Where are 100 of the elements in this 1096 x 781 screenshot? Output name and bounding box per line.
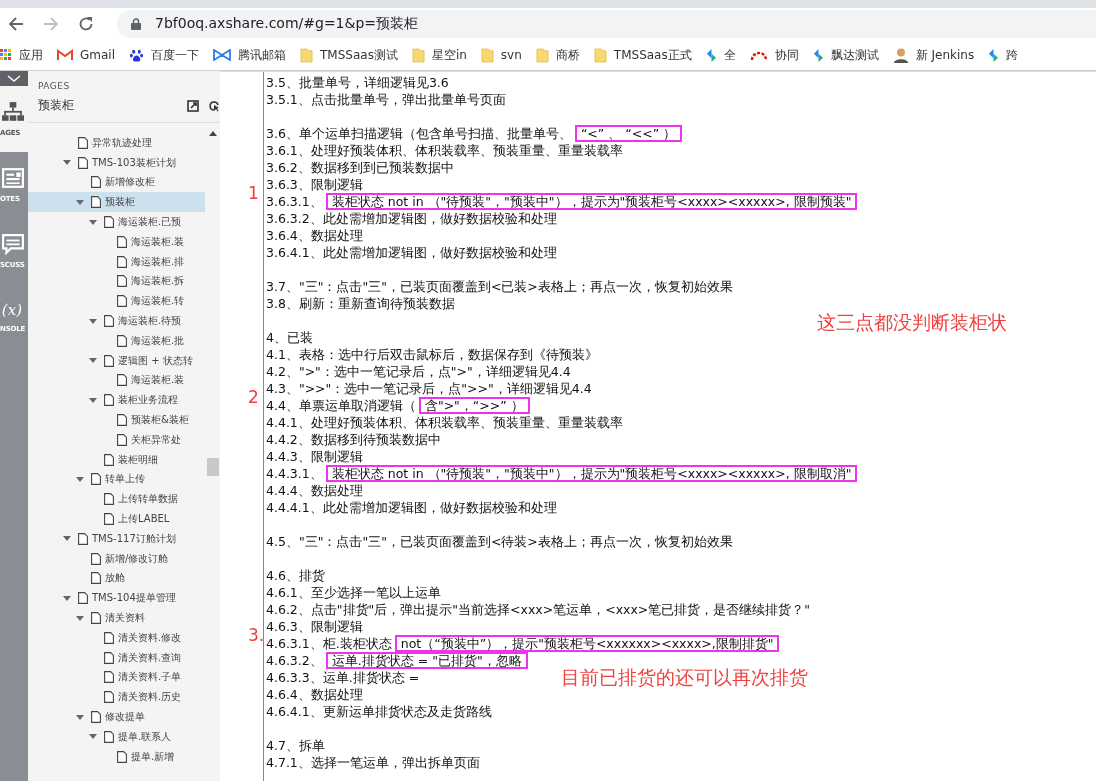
page-item[interactable]: 装柜明细 xyxy=(28,449,205,470)
bookmark-item[interactable]: 星空in xyxy=(411,46,467,64)
page-item[interactable]: 逻辑图 + 状态转 xyxy=(28,350,205,371)
bookmark-item[interactable]: 跨 xyxy=(988,46,1019,64)
caret-icon[interactable] xyxy=(89,734,97,740)
page-icon xyxy=(91,196,101,209)
caret-icon[interactable] xyxy=(76,476,84,482)
bookmark-item[interactable]: TMSSaas测试 xyxy=(300,46,398,64)
bookmark-item[interactable]: 新 Jenkins xyxy=(892,46,975,64)
line-text: 4.6.1、至少选择一笔以上运单 xyxy=(266,585,441,600)
diamond-icon xyxy=(988,47,1000,63)
folder-icon xyxy=(480,47,494,63)
page-item[interactable]: 上传LABEL xyxy=(28,509,205,529)
page-item[interactable]: 上传转单数据 xyxy=(28,489,205,510)
page-item[interactable]: TMS-103装柜计划 xyxy=(28,152,205,173)
page-item[interactable]: 转单上传 xyxy=(28,469,205,490)
line-text: 3.6.3.2、此处需增加逻辑图，做好数据校验和处理 xyxy=(266,211,557,226)
page-icon xyxy=(117,235,127,248)
bookmark-item[interactable]: 应用 xyxy=(0,46,43,64)
bookmark-item[interactable]: 飘达测试 xyxy=(812,46,879,64)
caret-icon[interactable] xyxy=(89,219,97,225)
page-item[interactable]: 海运装柜.排 xyxy=(28,251,205,272)
page-item[interactable]: 修改提单 xyxy=(28,707,205,727)
line-text: 3.6.1、处理好预装体积、体积装载率、预装重量、重量装载率 xyxy=(266,143,623,158)
caret-icon[interactable] xyxy=(76,615,84,621)
page-icon xyxy=(117,334,127,347)
page-item[interactable]: 放舱 xyxy=(28,568,205,589)
caret-icon[interactable] xyxy=(63,595,71,601)
caret-icon[interactable] xyxy=(76,714,84,720)
highlighted-text: 装柜状态 not in （"待预装"，"预装中"），提示为"预装柜号<xxxx><xxxxx>, 限制预装" xyxy=(325,193,858,210)
page-item[interactable]: 海运装柜.已预 xyxy=(28,212,205,232)
page-icon xyxy=(117,295,127,308)
page-item[interactable]: 海运装柜.装 xyxy=(28,232,205,252)
scrollbar-thumb[interactable] xyxy=(206,458,219,476)
page-item[interactable]: 预装柜 xyxy=(28,192,205,213)
line-text: 4.4.4、数据处理 xyxy=(266,483,363,498)
bookmark-item[interactable]: svn xyxy=(480,47,522,63)
page-icon xyxy=(117,433,127,446)
locate-icon[interactable] xyxy=(208,99,220,112)
page-item[interactable]: 海运装柜.待预 xyxy=(28,311,205,331)
mail-icon xyxy=(57,49,73,61)
page-icon xyxy=(91,552,101,565)
bookmark-item[interactable]: Gmail xyxy=(57,48,115,62)
line-text: 4.4、单票运单取消逻辑（ xyxy=(266,398,416,413)
caret-icon[interactable] xyxy=(89,397,97,403)
line-text: 3.5.1、点击批量单号，弹出批量单号页面 xyxy=(266,92,506,107)
paw-icon xyxy=(129,47,144,63)
caret-icon[interactable] xyxy=(89,318,97,324)
back-icon[interactable] xyxy=(8,16,24,32)
address-bar[interactable]: 7bf0oq.axshare.com/#g=1&p=预装柜 xyxy=(117,10,1096,38)
page-icon xyxy=(91,473,101,486)
page-icon xyxy=(78,532,88,545)
highlighted-text: “<” 、 “<<” ） xyxy=(574,125,683,142)
scroll-up-icon[interactable] xyxy=(208,131,217,136)
caret-icon[interactable] xyxy=(89,358,97,364)
line-text: 4.2、">"：选中一笔记录后，点">"，详细逻辑见4.4 xyxy=(266,364,571,379)
line-text: 4.6.4.1、更新运单排货状态及走货路线 xyxy=(266,704,492,719)
page-item[interactable]: 异常轨迹处理 xyxy=(28,133,205,153)
page-item[interactable]: 装柜业务流程 xyxy=(28,390,205,411)
lock-icon xyxy=(131,18,141,30)
page-item[interactable]: 关柜异常处 xyxy=(28,429,205,450)
page-item[interactable]: 新增/修改订舱 xyxy=(28,548,205,569)
page-item[interactable]: 清关资料.历史 xyxy=(28,687,205,708)
caret-icon[interactable] xyxy=(63,160,71,166)
page-item[interactable]: TMS-104提单管理 xyxy=(28,588,205,609)
line-text: 4.1、表格：选中行后双击鼠标后，数据保存到《待预装》 xyxy=(266,347,598,362)
page-item[interactable]: 清关资料.子单 xyxy=(28,667,205,688)
line-text: 4.7.1、选择一笔运单，弹出拆单页面 xyxy=(266,755,480,770)
bookmark-item[interactable]: TMSSaas正式 xyxy=(593,46,692,64)
bookmark-item[interactable]: 腾讯邮箱 xyxy=(213,46,286,64)
bookmark-item[interactable]: 协同 xyxy=(749,46,799,64)
bookmark-item[interactable]: 百度一下 xyxy=(129,46,199,64)
bookmark-item[interactable]: 商桥 xyxy=(535,46,580,64)
page-icon xyxy=(91,176,101,189)
chevron-down-icon[interactable] xyxy=(0,71,28,86)
page-icon xyxy=(91,612,101,624)
folder-icon xyxy=(411,47,425,63)
page-item[interactable]: 海运装柜.拆 xyxy=(28,271,205,292)
reload-icon[interactable] xyxy=(78,16,94,32)
line-text: 4.6.3、限制逻辑 xyxy=(266,619,363,634)
page-item[interactable]: 清关资料 xyxy=(28,608,205,628)
page-item[interactable]: 提单.联系人 xyxy=(28,726,205,747)
annotation-note: 这三点都没判断装柜状 xyxy=(817,310,1007,335)
page-item[interactable]: 预装柜&装柜 xyxy=(28,410,205,430)
line-text: 4.4.3、限制逻辑 xyxy=(266,449,363,464)
page-item[interactable]: 海运装柜.装 xyxy=(28,370,205,391)
page-item[interactable]: 提单.新增 xyxy=(28,746,205,767)
annotation-note: 目前已排货的还可以再次排货 xyxy=(561,665,808,690)
page-item[interactable]: TMS-117订舱计划 xyxy=(28,528,205,549)
caret-icon[interactable] xyxy=(76,199,84,205)
line-text: 4.6.3.2、 xyxy=(266,653,323,668)
page-item[interactable]: 新增修改柜 xyxy=(28,172,205,193)
page-item[interactable]: 清关资料.修改 xyxy=(28,627,205,648)
highlighted-text: 装柜状态 not in （"待预装"，"预装中"），提示为"预装柜号<xxxx><xxxxx>, 限制取消" xyxy=(325,465,858,482)
bookmark-item[interactable]: 全 xyxy=(705,46,736,64)
caret-icon[interactable] xyxy=(63,536,71,542)
page-item[interactable]: 海运装柜.转 xyxy=(28,291,205,312)
export-icon[interactable] xyxy=(187,99,199,112)
page-item[interactable]: 清关资料.查询 xyxy=(28,647,205,668)
page-item[interactable]: 海运装柜.批 xyxy=(28,330,205,351)
